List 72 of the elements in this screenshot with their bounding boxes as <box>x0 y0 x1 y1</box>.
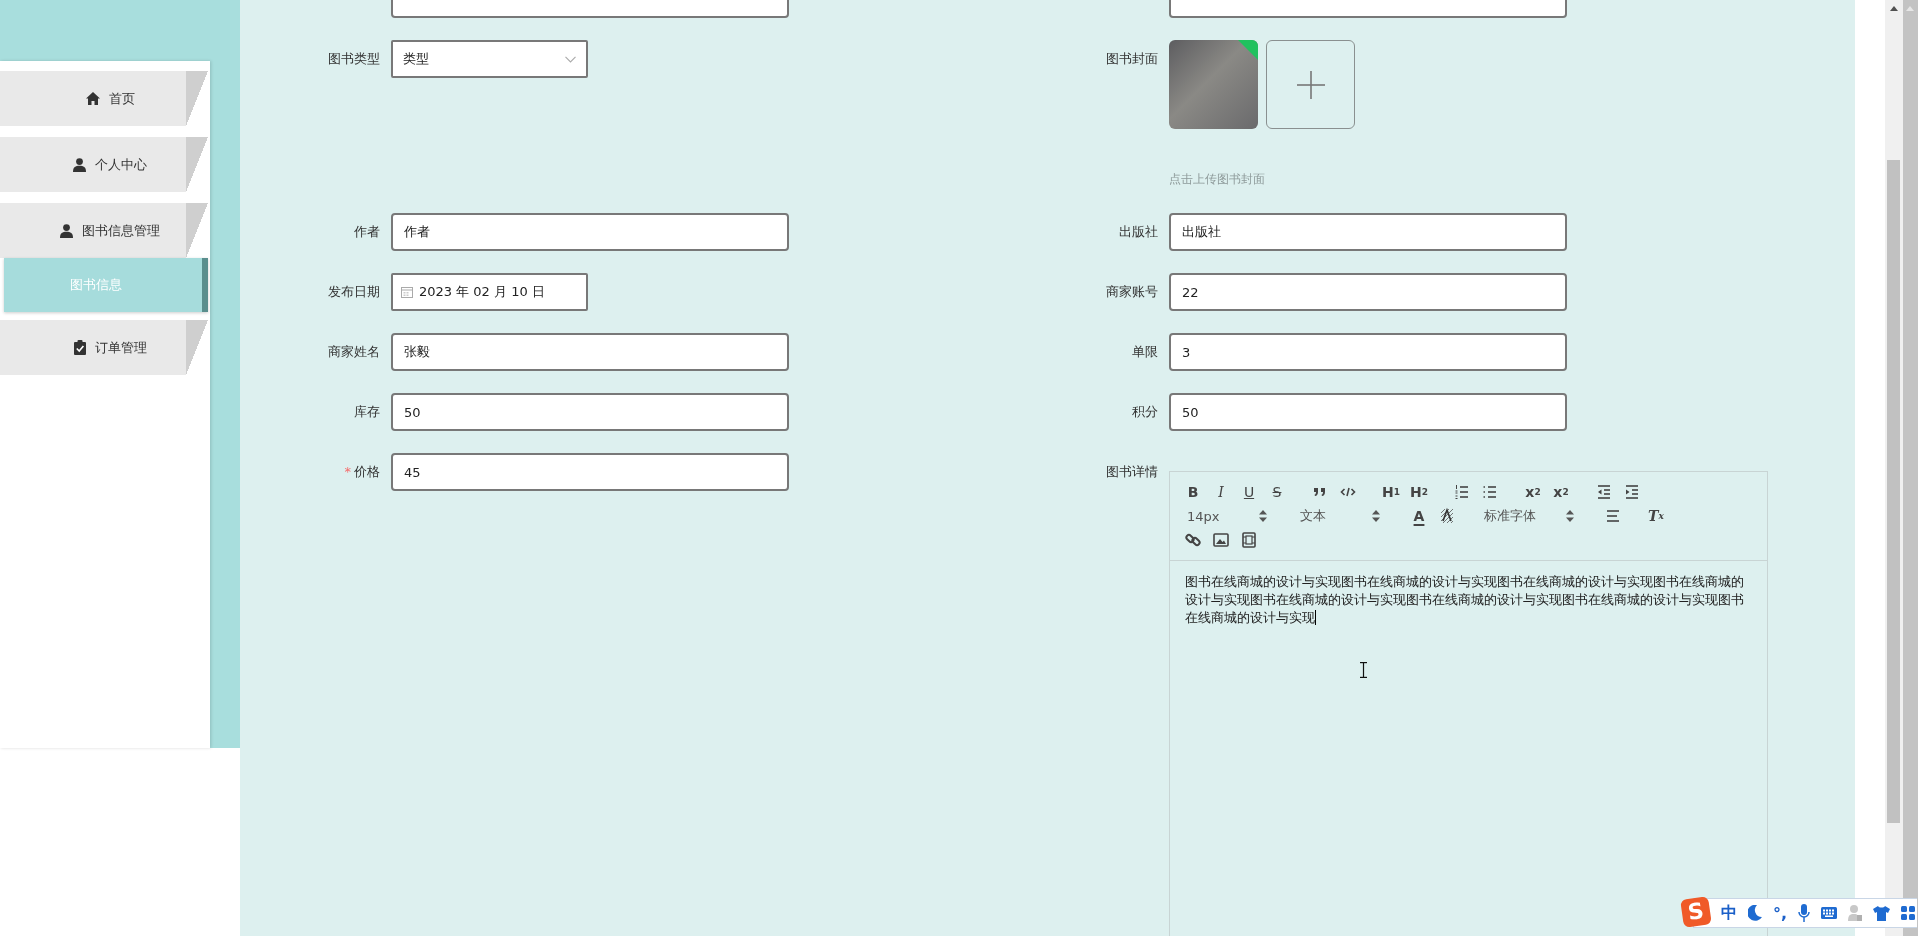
text-input[interactable]: 出版社 <box>1169 213 1567 251</box>
field-label: 商家姓名 <box>327 343 380 361</box>
ime-mode-toggle[interactable]: 中 <box>1721 902 1737 924</box>
up-down-arrows-icon <box>1566 510 1574 522</box>
font-size-picker[interactable]: 14px <box>1179 504 1277 528</box>
field-label: 出版社 <box>1118 223 1158 241</box>
text-input[interactable]: 50 <box>1169 393 1567 431</box>
field-label: 图书详情 <box>1105 463 1158 481</box>
outdent-icon <box>1595 483 1613 501</box>
image-icon <box>1212 531 1230 549</box>
field-label: 发布日期 <box>327 283 380 301</box>
user-icon <box>73 157 86 172</box>
chevron-down-icon <box>565 55 576 63</box>
scrollbar-track[interactable] <box>1885 0 1903 936</box>
field-label: 图书封面 <box>1105 50 1158 68</box>
date-input[interactable]: 2023 年 02 月 10 日 <box>419 284 579 300</box>
plus-icon <box>1296 70 1325 99</box>
indent-icon <box>1623 483 1641 501</box>
grid-icon <box>1901 906 1916 920</box>
up-down-arrows-icon <box>1372 510 1380 522</box>
up-down-arrows-icon <box>1259 510 1267 522</box>
select-field[interactable]: 类型 <box>391 40 588 78</box>
strikethrough-button[interactable]: S <box>1263 480 1291 504</box>
superscript-button[interactable]: x$^{2}$ <box>1547 480 1575 504</box>
text-caret <box>1315 610 1316 625</box>
ime-punctuation-toggle[interactable]: °, <box>1773 903 1788 923</box>
success-corner-icon <box>1238 40 1258 60</box>
user-icon <box>60 223 73 238</box>
numbered-list-icon <box>1453 483 1471 501</box>
calendar-icon <box>401 286 413 298</box>
text-input[interactable]: 作者 <box>391 213 789 251</box>
upload-hint: 点击上传图书封面 <box>1169 171 1266 187</box>
field-label: 图书类型 <box>327 50 380 68</box>
text-cursor-icon <box>1359 662 1368 678</box>
scrollbar-thumb[interactable] <box>1887 160 1900 823</box>
text-input[interactable]: 3 <box>1169 333 1567 371</box>
bold-button[interactable]: B <box>1179 480 1207 504</box>
field-label: 积分 <box>1131 403 1158 421</box>
highlight-icon <box>1438 507 1456 525</box>
home-icon <box>85 92 100 105</box>
sidebar-item[interactable]: 首页 <box>0 71 208 126</box>
text-input[interactable]: 张毅 <box>391 333 789 371</box>
field-label: 作者 <box>353 223 380 241</box>
link-icon <box>1184 531 1202 549</box>
moon-icon <box>1748 905 1762 921</box>
keyboard-icon <box>1821 907 1838 919</box>
text-input[interactable]: 22 <box>1169 273 1567 311</box>
sidebar-item[interactable]: 订单管理 <box>0 320 208 375</box>
sidebar-item[interactable]: 个人中心 <box>0 137 208 192</box>
text-input[interactable]: 45 <box>391 453 789 491</box>
underline-button[interactable]: U <box>1235 480 1263 504</box>
shirt-icon <box>1873 905 1891 921</box>
field-label: 库存 <box>353 403 380 421</box>
upload-button[interactable] <box>1266 40 1355 129</box>
date-field[interactable]: 2023 年 02 月 10 日 <box>391 273 588 311</box>
user-icon <box>1848 905 1863 921</box>
text-input[interactable]: 50 <box>391 393 789 431</box>
bullet-list-icon <box>1481 483 1499 501</box>
outer-scrollbar[interactable] <box>1903 0 1918 936</box>
sidebar-item[interactable]: 图书信息管理 <box>0 203 208 258</box>
italic-button[interactable]: I <box>1207 480 1235 504</box>
text-color-button[interactable]: A <box>1405 504 1433 528</box>
clipboard-icon <box>73 340 86 355</box>
field-label: 商家账号 <box>1105 283 1158 301</box>
microphone-icon <box>1798 904 1811 922</box>
heading-picker[interactable]: 文本 <box>1292 504 1390 528</box>
field-label: * 价格 <box>343 463 380 481</box>
film-icon <box>1240 531 1258 549</box>
align-icon <box>1604 507 1622 525</box>
font-family-picker[interactable]: 标准字体 <box>1476 504 1584 528</box>
editor-content[interactable]: 图书在线商城的设计与实现图书在线商城的设计与实现图书在线商城的设计与实现图书在线商城的设计与实现图书在线商城的设计与实现图书在线商城的设计与实现图书在线商城的设计与实现图书在线商城的设计与实现 <box>1170 561 1767 639</box>
field-label: 单限 <box>1131 343 1158 361</box>
